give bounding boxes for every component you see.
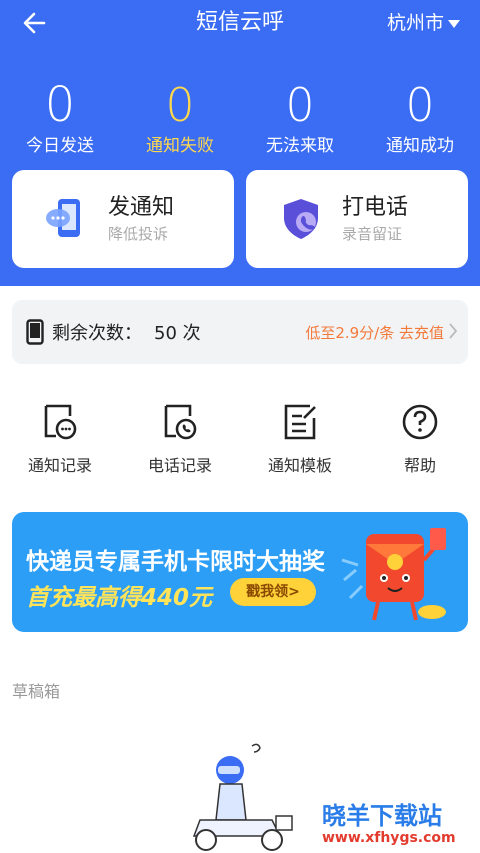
promo-banner[interactable]: 快递员专属手机卡限时大抽奖 首充最高得440元 戳我领> bbox=[12, 512, 468, 632]
courier-scooter-illustration bbox=[192, 743, 293, 851]
make-call-card[interactable]: 打电话 录音留证 bbox=[246, 170, 468, 268]
phone-message-icon bbox=[46, 199, 80, 237]
grid-label: 通知模板 bbox=[267, 456, 332, 475]
stat-value: 0 bbox=[165, 78, 195, 132]
remaining-count: 50 次 bbox=[154, 323, 201, 344]
stat-today-sent[interactable]: 0 今日发送 bbox=[0, 80, 120, 158]
city-label: 杭州市 bbox=[386, 12, 444, 34]
send-notification-card[interactable]: 发通知 降低投诉 bbox=[12, 170, 234, 268]
stat-label: 今日发送 bbox=[26, 136, 94, 156]
stat-cannot-pickup[interactable]: 0 无法来取 bbox=[240, 80, 360, 158]
grid-label: 通知记录 bbox=[27, 456, 92, 475]
template-icon bbox=[284, 404, 316, 440]
recharge-link[interactable]: 低至2.9分/条 去充值 bbox=[305, 322, 444, 343]
claim-button[interactable]: 戳我领> bbox=[230, 578, 316, 606]
card-subtitle: 录音留证 bbox=[342, 225, 403, 243]
stat-label: 无法来取 bbox=[266, 136, 334, 156]
banner-subheadline: 首充最高得440元 bbox=[26, 585, 213, 611]
grid-item-notify-record[interactable]: 通知记录 bbox=[0, 402, 120, 476]
watermark-url: www.xfhygs.com bbox=[322, 830, 456, 846]
chevron-right-icon bbox=[449, 323, 458, 339]
drafts-title: 草稿箱 bbox=[12, 682, 61, 701]
stat-notify-failed[interactable]: 0 通知失败 bbox=[120, 80, 240, 158]
message-record-icon bbox=[44, 404, 77, 440]
remaining-count-bar[interactable]: 剩余次数： 50 次 低至2.9分/条 去充值 bbox=[12, 300, 468, 364]
card-title: 打电话 bbox=[342, 195, 409, 220]
shield-phone-icon bbox=[284, 199, 318, 239]
stat-value: 0 bbox=[285, 78, 315, 132]
help-icon bbox=[402, 404, 438, 440]
red-envelope-mascot-icon bbox=[341, 528, 446, 621]
shortcut-grid: 通知记录 电话记录 通知模板 帮助 bbox=[0, 402, 480, 476]
card-title: 发通知 bbox=[108, 195, 175, 220]
watermark-title: 晓羊下载站 bbox=[322, 802, 442, 830]
stat-label: 通知失败 bbox=[146, 136, 214, 156]
card-subtitle: 降低投诉 bbox=[108, 225, 169, 243]
phone-icon bbox=[26, 319, 44, 345]
banner-headline: 快递员专属手机卡限时大抽奖 bbox=[26, 549, 325, 575]
stat-label: 通知成功 bbox=[386, 136, 454, 156]
call-record-icon bbox=[164, 404, 197, 440]
grid-item-template[interactable]: 通知模板 bbox=[240, 402, 360, 476]
stat-notify-success[interactable]: 0 通知成功 bbox=[360, 80, 480, 158]
stat-value: 0 bbox=[405, 78, 435, 132]
city-selector[interactable]: 杭州市 bbox=[387, 9, 460, 37]
grid-label: 帮助 bbox=[403, 456, 436, 475]
grid-label: 电话记录 bbox=[147, 456, 212, 475]
stat-value: 0 bbox=[44, 77, 76, 133]
grid-item-call-record[interactable]: 电话记录 bbox=[120, 402, 240, 476]
caret-down-icon bbox=[448, 20, 460, 28]
watermark: 晓羊下载站 www.xfhygs.com bbox=[322, 802, 472, 852]
stats-row: 0 今日发送 0 通知失败 0 无法来取 0 通知成功 bbox=[0, 80, 480, 158]
remaining-label: 剩余次数： bbox=[52, 323, 142, 344]
grid-item-help[interactable]: 帮助 bbox=[360, 402, 480, 476]
